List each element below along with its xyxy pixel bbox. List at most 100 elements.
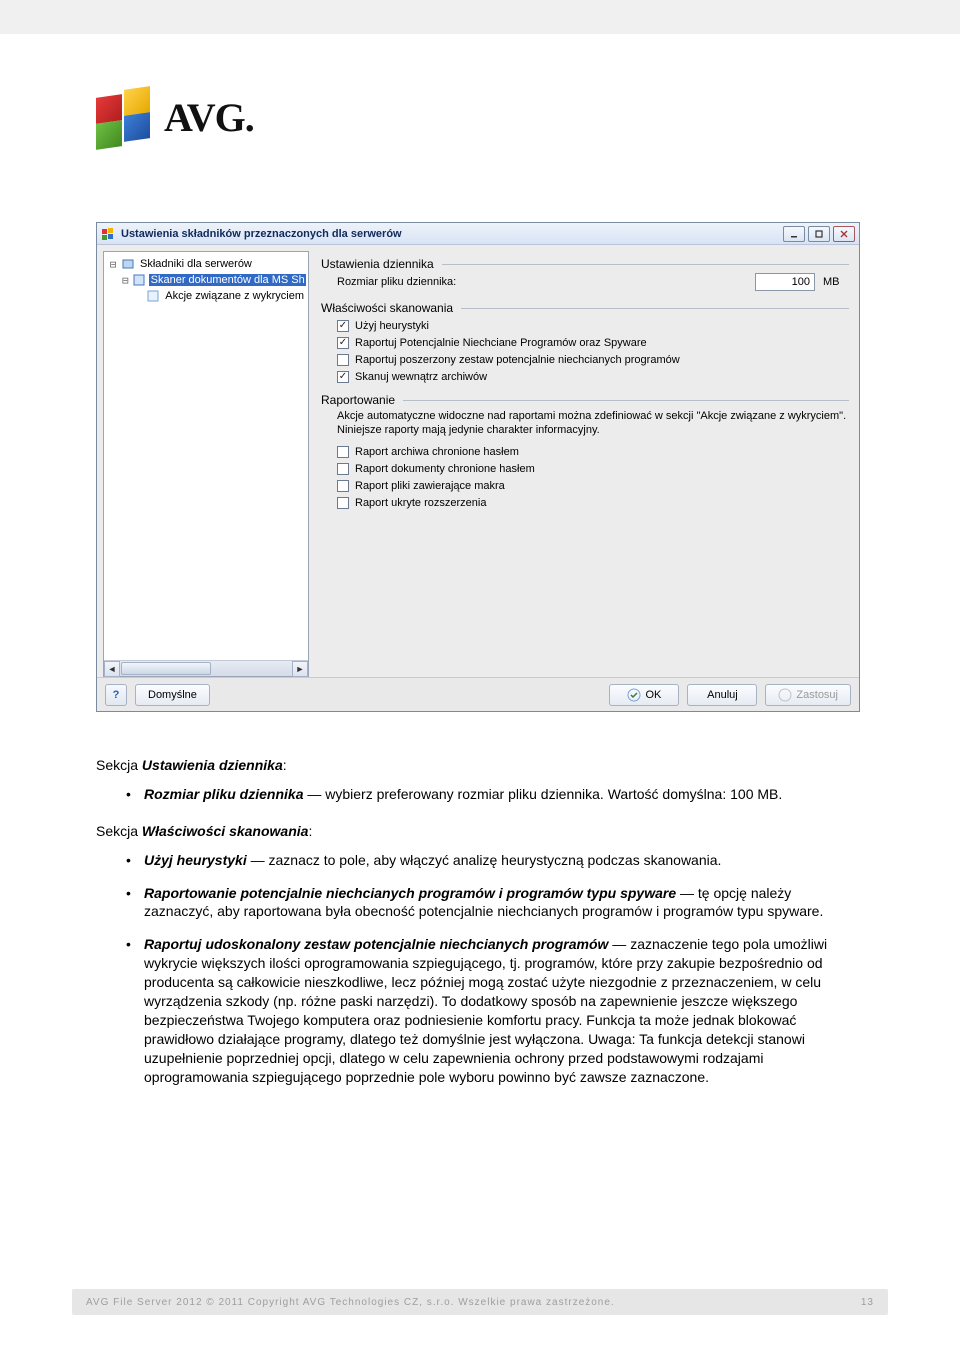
bullet-list: Użyj heurystyki — zaznacz to pole, aby w… [96,851,860,1087]
checkbox-scan-archives[interactable]: Skanuj wewnątrz archiwów [337,368,849,385]
settings-right-panel: Ustawienia dziennika Rozmiar pliku dzien… [313,245,859,677]
text-emph: Właściwości skanowania [142,823,309,839]
checkbox-label: Raport dokumenty chronione hasłem [355,463,535,475]
dialog-titlebar[interactable]: Ustawienia składników przeznaczonych dla… [97,223,859,245]
checkbox-heuristics[interactable]: Użyj heurystyki [337,317,849,334]
page-number: 13 [861,1297,874,1308]
checkbox-icon [337,480,349,492]
scan-options: Użyj heurystyki Raportuj Potencjalnie Ni… [337,317,849,385]
button-label: Domyślne [148,689,197,701]
tree-node-scanner[interactable]: ⊟ Skaner dokumentów dla MS Sh [108,272,306,288]
button-label: Zastosuj [796,689,838,701]
maximize-button[interactable] [808,226,830,242]
avg-logo: AVG. [96,88,254,146]
checkbox-label: Raportuj poszerzony zestaw potencjalnie … [355,354,680,366]
checkbox-label: Raportuj Potencjalnie Niechciane Program… [355,337,647,349]
dialog-body: ⊟ Składniki dla serwerów ⊟ Skaner dokume… [97,245,859,677]
cancel-button[interactable]: Anuluj [687,684,757,706]
checkbox-label: Skanuj wewnątrz archiwów [355,371,487,383]
text-emph: Raportuj udoskonalony zestaw potencjalni… [144,936,608,952]
checkbox-label: Użyj heurystyki [355,320,429,332]
settings-tree: ⊟ Składniki dla serwerów ⊟ Skaner dokume… [104,252,308,304]
text: Sekcja [96,757,142,773]
avg-app-icon [101,227,115,241]
text: — zaznaczenie tego pola umożliwi wykryci… [144,936,827,1084]
tree-label: Skaner dokumentów dla MS Sh [149,274,306,286]
checkbox-report-pw-archives[interactable]: Raport archiwa chronione hasłem [337,443,849,460]
scroll-left-button[interactable]: ◄ [104,661,120,677]
checkbox-icon [337,463,349,475]
close-button[interactable] [833,226,855,242]
section-title: Raportowanie [321,393,395,407]
list-item: Raportuj udoskonalony zestaw potencjalni… [126,935,860,1086]
apply-button[interactable]: Zastosuj [765,684,851,706]
checkbox-icon [337,371,349,383]
scroll-right-button[interactable]: ► [292,661,308,677]
text: Sekcja [96,823,142,839]
checkbox-report-macros[interactable]: Raport pliki zawierające makra [337,477,849,494]
text-emph: Użyj heurystyki [144,852,247,868]
checkbox-pup-spyware[interactable]: Raportuj Potencjalnie Niechciane Program… [337,334,849,351]
page-footer: AVG File Server 2012 © 2011 Copyright AV… [72,1289,888,1315]
dialog-button-bar: ? Domyślne OK Anuluj Zastosuj [97,677,859,711]
tree-horizontal-scrollbar[interactable]: ◄ ► [104,660,308,676]
list-item: Rozmiar pliku dziennika — wybierz prefer… [126,785,860,804]
list-item: Raportowanie potencjalnie niechcianych p… [126,884,860,922]
tree-label: Akcje związane z wykryciem [163,290,306,302]
checkbox-icon [337,497,349,509]
checkbox-report-hidden-ext[interactable]: Raport ukryte rozszerzenia [337,494,849,511]
server-icon [121,257,135,271]
report-description: Akcje automatyczne widoczne nad raportam… [337,409,849,437]
ok-icon [627,688,641,702]
tree-pane[interactable]: ⊟ Składniki dla serwerów ⊟ Skaner dokume… [103,251,309,677]
log-size-unit: MB [823,276,849,288]
document-body: Sekcja Ustawienia dziennika: Rozmiar pli… [96,750,860,1104]
minimize-button[interactable] [783,226,805,242]
default-button[interactable]: Domyślne [135,684,210,706]
window-controls [783,226,855,242]
text-emph: Raportowanie potencjalnie niechcianych p… [144,885,676,901]
text-emph: Rozmiar pliku dziennika [144,786,303,802]
help-button[interactable]: ? [105,684,127,706]
section-title: Właściwości skanowania [321,301,453,315]
checkbox-icon [337,446,349,458]
apply-icon [778,688,792,702]
section-heading-scan: Sekcja Właściwości skanowania: [96,822,860,841]
checkbox-label: Raport pliki zawierające makra [355,480,505,492]
text: : [283,757,287,773]
scroll-thumb[interactable] [121,662,211,675]
checkbox-extended-pup[interactable]: Raportuj poszerzony zestaw potencjalnie … [337,351,849,368]
footer-text: AVG File Server 2012 © 2011 Copyright AV… [86,1297,615,1308]
report-options: Raport archiwa chronione hasłem Raport d… [337,443,849,511]
checkbox-label: Raport ukryte rozszerzenia [355,497,486,509]
log-size-row: Rozmiar pliku dziennika: MB [337,273,849,291]
actions-icon [146,289,160,303]
checkbox-icon [337,320,349,332]
section-log-heading: Ustawienia dziennika [321,257,849,271]
list-item: Użyj heurystyki — zaznacz to pole, aby w… [126,851,860,870]
checkbox-label: Raport archiwa chronione hasłem [355,446,519,458]
page-top-strip [0,0,960,34]
document-scanner-icon [132,273,146,287]
button-label: OK [645,689,661,701]
avg-logo-mark [96,88,154,146]
bullet-list: Rozmiar pliku dziennika — wybierz prefer… [96,785,860,804]
checkbox-report-pw-docs[interactable]: Raport dokumenty chronione hasłem [337,460,849,477]
log-size-label: Rozmiar pliku dziennika: [337,276,456,288]
text: — zaznacz to pole, aby włączyć analizę h… [247,852,722,868]
tree-label: Składniki dla serwerów [138,258,254,270]
ok-button[interactable]: OK [609,684,679,706]
tree-node-root[interactable]: ⊟ Składniki dla serwerów [108,256,306,272]
section-scan-heading: Właściwości skanowania [321,301,849,315]
section-report-heading: Raportowanie [321,393,849,407]
checkbox-icon [337,337,349,349]
log-size-input[interactable] [755,273,815,291]
button-label: Anuluj [707,689,738,701]
section-title: Ustawienia dziennika [321,257,434,271]
avg-logo-text: AVG. [164,94,254,141]
settings-dialog: Ustawienia składników przeznaczonych dla… [96,222,860,712]
dialog-title: Ustawienia składników przeznaczonych dla… [121,228,402,240]
text: : [308,823,312,839]
tree-node-actions[interactable]: Akcje związane z wykryciem [108,288,306,304]
text-emph: Ustawienia dziennika [142,757,283,773]
